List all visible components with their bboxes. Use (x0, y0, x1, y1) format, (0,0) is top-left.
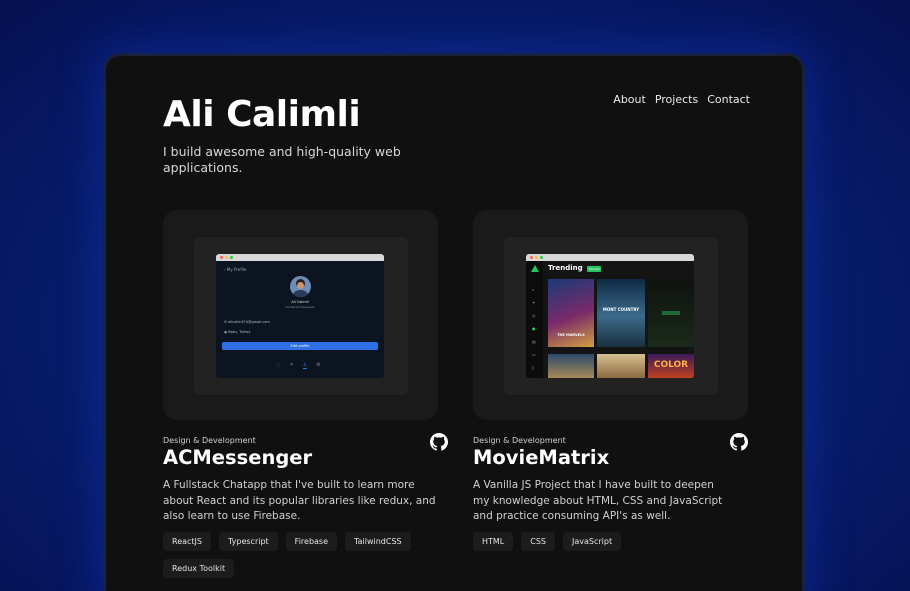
users-icon[interactable]: ⚭ (289, 362, 293, 369)
github-icon[interactable] (730, 433, 748, 451)
project-category: Design & Development (163, 436, 256, 445)
project-preview-moviematrix[interactable]: ⌕ ✦ ◎ ● ▤ ▭ ▯ Trending Movies THE MARVEL… (473, 210, 748, 420)
project-description: A Vanilla JS Project that I have built t… (473, 479, 723, 522)
tag-chip: HTML (473, 531, 514, 551)
browser-bar (216, 254, 384, 261)
profile-subtitle: Frontend Developer (285, 305, 315, 309)
moviematrix-screenshot: ⌕ ✦ ◎ ● ▤ ▭ ▯ Trending Movies THE MARVEL… (526, 254, 694, 378)
movie-poster[interactable]: MONT COUNTRY (597, 279, 645, 347)
star-icon[interactable]: ✦ (532, 296, 536, 309)
tag-chip: ReactJS (163, 531, 211, 551)
tag-chip: CSS (521, 531, 556, 551)
bookmark-icon[interactable]: ▯ (532, 361, 536, 374)
tech-tags: HTML CSS JavaScript (473, 531, 758, 551)
calendar-icon[interactable]: ▤ (532, 335, 536, 348)
back-label: My Profile (226, 267, 247, 272)
tag-chip: Typescript (219, 531, 278, 551)
location-icon: ◉ (224, 330, 228, 334)
profile-icon[interactable]: ♙ (302, 362, 308, 369)
project-preview-acmessenger[interactable]: ‹ My Profile Ali Calimli Frontend Develo… (163, 210, 438, 420)
sidebar-icons: ⌕ ✦ ◎ ● ▤ ▭ ▯ (532, 283, 536, 374)
page-title: Ali Calimli (163, 94, 361, 135)
project-info-moviematrix: Design & Development MovieMatrix A Vanil… (473, 433, 748, 551)
movie-poster[interactable] (648, 279, 694, 347)
project-description: A Fullstack Chatapp that I've built to l… (163, 479, 436, 522)
chat-icon[interactable]: ◌ (276, 362, 280, 369)
tag-chip: Firebase (285, 531, 338, 551)
back-link: ‹ My Profile (224, 267, 246, 272)
profile-email-row: ✉ alicalimli74@gmail.com (224, 320, 270, 324)
search-icon[interactable]: ⌕ (532, 283, 536, 296)
settings-icon[interactable]: ⚙ (316, 362, 320, 369)
preview-frame: ⌕ ✦ ◎ ● ▤ ▭ ▯ Trending Movies THE MARVEL… (504, 237, 718, 395)
project-info-acmessenger: Design & Development ACMessenger A Fulls… (163, 433, 448, 578)
back-arrow-icon: ‹ (224, 267, 226, 272)
profile-location-row: ◉ Baku, Turkey (224, 330, 251, 334)
tv-icon[interactable]: ▭ (532, 348, 536, 361)
nav-contact[interactable]: Contact (707, 93, 750, 106)
tagline: I build awesome and high-quality web app… (163, 144, 401, 175)
globe-icon[interactable]: ◎ (532, 309, 536, 322)
tag-chip: TailwindCSS (345, 531, 411, 551)
app-sidebar: ⌕ ✦ ◎ ● ▤ ▭ ▯ (526, 261, 543, 378)
portfolio-window: About Projects Contact Ali Calimli I bui… (106, 56, 802, 591)
edit-profile-button[interactable]: Edit profile (222, 342, 378, 350)
preview-frame: ‹ My Profile Ali Calimli Frontend Develo… (194, 237, 408, 395)
top-nav: About Projects Contact (613, 93, 750, 106)
movie-poster[interactable]: COLOR (648, 354, 694, 378)
fire-icon[interactable]: ● (532, 322, 536, 335)
nav-about[interactable]: About (613, 93, 646, 106)
acmessenger-screenshot: ‹ My Profile Ali Calimli Frontend Develo… (216, 254, 384, 378)
tech-tags: ReactJS Typescript Firebase TailwindCSS … (163, 531, 448, 578)
profile-email: alicalimli74@gmail.com (228, 320, 270, 324)
movie-poster[interactable] (548, 354, 594, 378)
browser-bar (526, 254, 694, 261)
project-title[interactable]: ACMessenger (163, 446, 448, 469)
tag-chip: JavaScript (563, 531, 622, 551)
project-title[interactable]: MovieMatrix (473, 446, 748, 469)
logo-icon (531, 265, 539, 272)
bottom-tabs: ◌ ⚭ ♙ ⚙ (276, 362, 321, 369)
project-category: Design & Development (473, 436, 566, 445)
github-icon[interactable] (430, 433, 448, 451)
profile-location: Baku, Turkey (228, 330, 251, 334)
tag-chip: Redux Toolkit (163, 558, 235, 578)
nav-projects[interactable]: Projects (655, 93, 698, 106)
movie-poster[interactable]: THE MARVELS (548, 279, 594, 347)
profile-name: Ali Calimli (291, 300, 309, 304)
mail-icon: ✉ (224, 320, 227, 324)
avatar (290, 276, 311, 297)
movies-badge[interactable]: Movies (587, 266, 602, 272)
trending-heading: Trending (548, 264, 583, 272)
movie-poster[interactable] (597, 354, 645, 378)
